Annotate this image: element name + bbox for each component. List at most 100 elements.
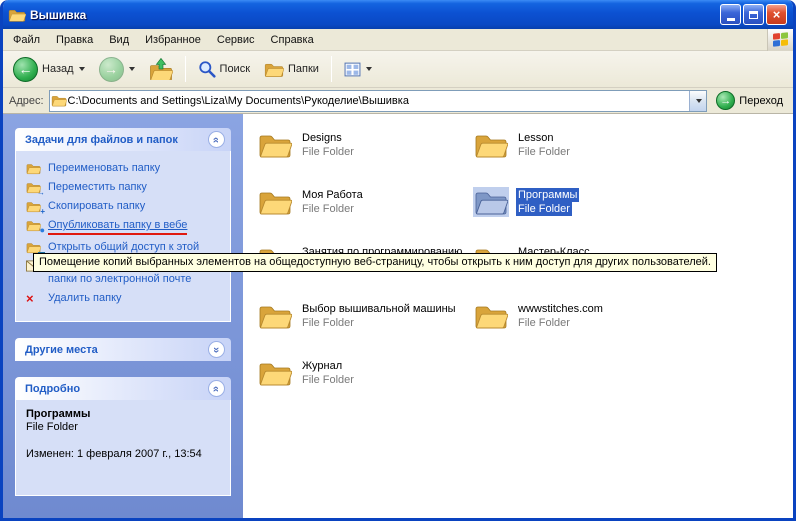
toolbar-separator [331,56,332,82]
folder-type: File Folder [300,145,356,159]
views-icon [344,61,361,78]
folder-name: Выбор вышивальной машины [300,302,458,316]
windows-flag-icon [773,32,788,47]
copy-badge-icon: + [40,207,45,216]
task-copy-folder[interactable]: + Скопировать папку [26,200,224,213]
menu-edit[interactable]: Правка [48,31,101,49]
panel-details: Подробно » Программы File Folder Изменен… [15,377,231,496]
menu-file[interactable]: Файл [5,31,48,49]
copy-icon: + [26,200,42,213]
title-bar[interactable]: Вышивка × [3,0,793,29]
chevron-up-icon: » [211,136,223,142]
folder-icon [257,130,293,160]
delete-icon: × [26,292,42,305]
folder-type: File Folder [300,202,356,216]
folder-name: Designs [300,131,344,145]
search-icon [198,60,216,78]
folder-item-moya-rabota[interactable]: Моя РаботаFile Folder [257,187,473,244]
task-label: Переименовать папку [48,162,160,175]
windows-logo [767,29,793,51]
folder-item-zhurnal[interactable]: ЖурналFile Folder [257,358,473,415]
task-label: Опубликовать папку в вебе [48,219,187,235]
go-button[interactable]: → Переход [712,91,787,110]
window-title: Вышивка [30,8,718,22]
address-folder-icon [50,94,68,107]
details-folder-type: File Folder [26,421,224,433]
maximize-button[interactable] [743,4,764,25]
folder-type: File Folder [516,316,572,330]
forward-dropdown-icon [129,67,135,71]
content-area: Задачи для файлов и папок » Переименоват… [3,114,793,518]
forward-button[interactable]: → [93,53,141,86]
menu-favorites[interactable]: Избранное [137,31,209,49]
move-badge-icon: → [37,188,45,197]
folders-button[interactable]: Папки [258,57,325,82]
panel-details-header[interactable]: Подробно » [15,377,231,400]
task-label: Скопировать папку [48,200,145,213]
close-icon: × [773,8,781,21]
menu-tools[interactable]: Сервис [209,31,263,49]
minimize-button[interactable] [720,4,741,25]
task-publish-folder-web[interactable]: ● Опубликовать папку в вебе [26,219,224,235]
panel-tasks-header[interactable]: Задачи для файлов и папок » [15,128,231,151]
task-delete-folder[interactable]: × Удалить папку [26,292,224,305]
panel-other-places-header[interactable]: Другие места » [15,338,231,361]
address-label: Адрес: [9,95,44,107]
folder-item-vybor-mashiny[interactable]: Выбор вышивальной машиныFile Folder [257,301,473,358]
toolbar-separator [185,56,186,82]
back-button[interactable]: ← Назад [7,53,91,86]
search-label: Поиск [220,63,250,75]
task-label: Переместить папку [48,181,147,194]
folder-icon [257,358,293,388]
folder-icon [473,130,509,160]
task-rename-folder[interactable]: Переименовать папку [26,162,224,175]
folder-type: File Folder [300,316,356,330]
folder-item-programmy-selected[interactable]: ПрограммыFile Folder [473,187,703,244]
up-folder-icon [149,58,173,80]
publish-icon: ● [26,219,42,232]
task-label: Удалить папку [48,292,122,305]
folder-icon [257,301,293,331]
back-label: Назад [42,63,74,75]
folder-name: Программы [516,188,579,202]
folder-type: File Folder [516,202,572,216]
folder-name: Журнал [300,359,344,373]
explorer-window: Вышивка × Файл Правка Вид Избранное Серв… [0,0,796,521]
task-move-folder[interactable]: → Переместить папку [26,181,224,194]
address-dropdown-button[interactable] [689,91,706,111]
close-button[interactable]: × [766,4,787,25]
panel-details-title: Подробно [25,383,80,395]
forward-arrow-icon: → [99,57,124,82]
address-combo [49,90,708,112]
folder-item-designs[interactable]: DesignsFile Folder [257,130,473,187]
folder-item-lesson[interactable]: LessonFile Folder [473,130,703,187]
back-dropdown-icon [79,67,85,71]
collapse-button[interactable]: » [208,380,225,397]
chevron-down-icon [696,99,702,103]
expand-button[interactable]: » [208,341,225,358]
go-label: Переход [739,95,783,107]
folder-view: DesignsFile Folder LessonFile Folder Моя… [243,114,793,518]
collapse-button[interactable]: » [208,131,225,148]
folder-type: File Folder [300,373,356,387]
up-button[interactable] [143,54,179,84]
back-arrow-icon: ← [13,57,38,82]
folder-name: wwwstitches.com [516,302,605,316]
folder-icon [473,301,509,331]
views-dropdown-icon [366,67,372,71]
address-input[interactable] [68,92,690,110]
globe-badge-icon: ● [40,225,45,235]
views-button[interactable] [338,57,378,82]
folder-item-wwwstitches[interactable]: wwwstitches.comFile Folder [473,301,703,358]
folder-grid: DesignsFile Folder LessonFile Folder Моя… [257,130,793,415]
tooltip: Помещение копий выбранных элементов на о… [33,253,717,272]
panel-details-body: Программы File Folder Изменен: 1 февраля… [15,400,231,496]
panel-tasks-title: Задачи для файлов и папок [25,134,178,146]
menu-view[interactable]: Вид [101,31,137,49]
folders-icon [264,61,284,78]
folder-icon-selected [473,187,509,217]
menu-help[interactable]: Справка [263,31,322,49]
folder-type: File Folder [516,145,572,159]
search-button[interactable]: Поиск [192,56,256,82]
chevron-down-icon: » [211,346,223,352]
